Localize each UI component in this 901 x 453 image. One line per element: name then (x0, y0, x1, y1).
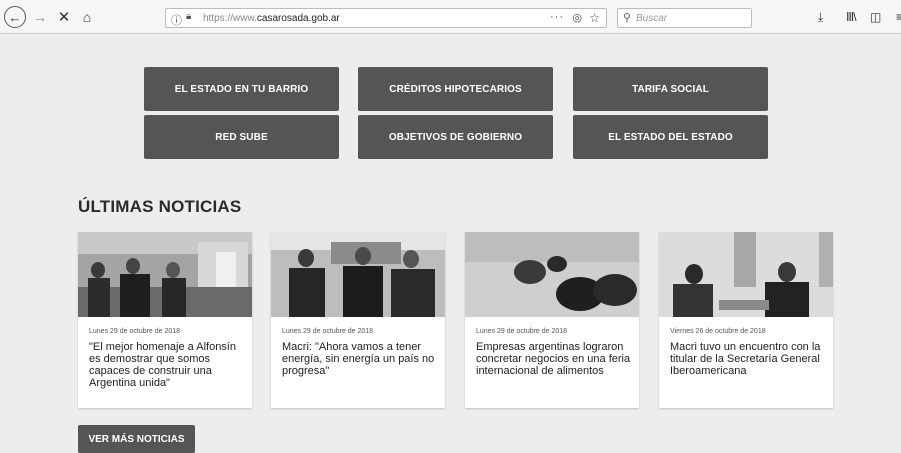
link-estado-del-estado[interactable]: EL ESTADO DEL ESTADO (573, 115, 768, 159)
menu-icon[interactable]: ≡ (896, 10, 901, 24)
sidebar-icon[interactable]: ◫ (870, 10, 881, 24)
search-placeholder: Buscar (636, 13, 668, 24)
home-icon: ⌂ (82, 9, 92, 25)
url-prefix: https://www. (203, 13, 257, 24)
news-title[interactable]: "El mejor homenaje a Alfonsín es demostr… (89, 341, 249, 389)
news-card[interactable]: Lunes 29 de octubre de 2018 Macri: "Ahor… (271, 232, 445, 408)
library-icon[interactable]: Ⅲ\ (846, 10, 857, 24)
url-domain: casarosada.gob.ar (256, 13, 340, 24)
section-title: ÚLTIMAS NOTICIAS (78, 197, 242, 216)
url-text[interactable]: https://www.casarosada.gob.ar (203, 13, 340, 24)
stop-button[interactable]: ✕ (57, 8, 71, 26)
link-objetivos-de-gobierno[interactable]: OBJETIVOS DE GOBIERNO (358, 115, 553, 159)
back-arrow-icon: ← (8, 9, 22, 25)
back-button[interactable]: ← (4, 6, 26, 28)
forward-button[interactable]: → (33, 8, 47, 26)
link-tarifa-social[interactable]: TARIFA SOCIAL (573, 67, 768, 111)
news-date: Lunes 29 de octubre de 2018 (476, 328, 568, 335)
more-news-button[interactable]: VER MÁS NOTICIAS (78, 425, 195, 453)
link-estado-en-tu-barrio[interactable]: EL ESTADO EN TU BARRIO (144, 67, 339, 111)
news-title[interactable]: Macri tuvo un encuentro con la titular d… (670, 341, 830, 377)
search-bar[interactable]: ⚲ Buscar (617, 8, 752, 28)
news-photo (271, 232, 445, 317)
address-bar[interactable]: ⓘ 🔒︎ https://www.casarosada.gob.ar ··· ◎… (165, 8, 607, 28)
news-date: Lunes 29 de octubre de 2018 (282, 328, 374, 335)
link-red-sube[interactable]: RED SUBE (144, 115, 339, 159)
news-date: Lunes 29 de octubre de 2018 (89, 328, 181, 335)
news-photo (465, 232, 639, 317)
news-card[interactable]: Lunes 29 de octubre de 2018 "El mejor ho… (78, 232, 252, 408)
forward-arrow-icon: → (33, 9, 47, 25)
download-icon[interactable]: ⤓ (818, 10, 823, 25)
news-date: Viernes 26 de octubre de 2018 (670, 328, 766, 335)
news-photo (78, 232, 252, 317)
news-title[interactable]: Macri: "Ahora vamos a tener energía, sin… (282, 341, 442, 377)
lock-icon: 🔒︎ (186, 11, 192, 22)
close-icon: ✕ (57, 8, 71, 26)
news-title[interactable]: Empresas argentinas lograron concretar n… (476, 341, 636, 377)
news-photo (659, 232, 833, 317)
news-card[interactable]: Lunes 29 de octubre de 2018 Empresas arg… (465, 232, 639, 408)
search-icon: ⚲ (623, 12, 632, 24)
page-actions-icon[interactable]: ··· (550, 11, 564, 23)
pocket-icon[interactable]: ◎ (572, 11, 582, 24)
bookmark-star-icon[interactable]: ☆ (589, 11, 600, 25)
news-card[interactable]: Viernes 26 de octubre de 2018 Macri tuvo… (659, 232, 833, 408)
home-button[interactable]: ⌂ (80, 8, 94, 26)
info-icon[interactable]: ⓘ (171, 12, 182, 28)
link-creditos-hipotecarios[interactable]: CRÉDITOS HIPOTECARIOS (358, 67, 553, 111)
browser-toolbar: ← → ✕ ⌂ ⓘ 🔒︎ https://www.casarosada.gob.… (0, 0, 901, 34)
